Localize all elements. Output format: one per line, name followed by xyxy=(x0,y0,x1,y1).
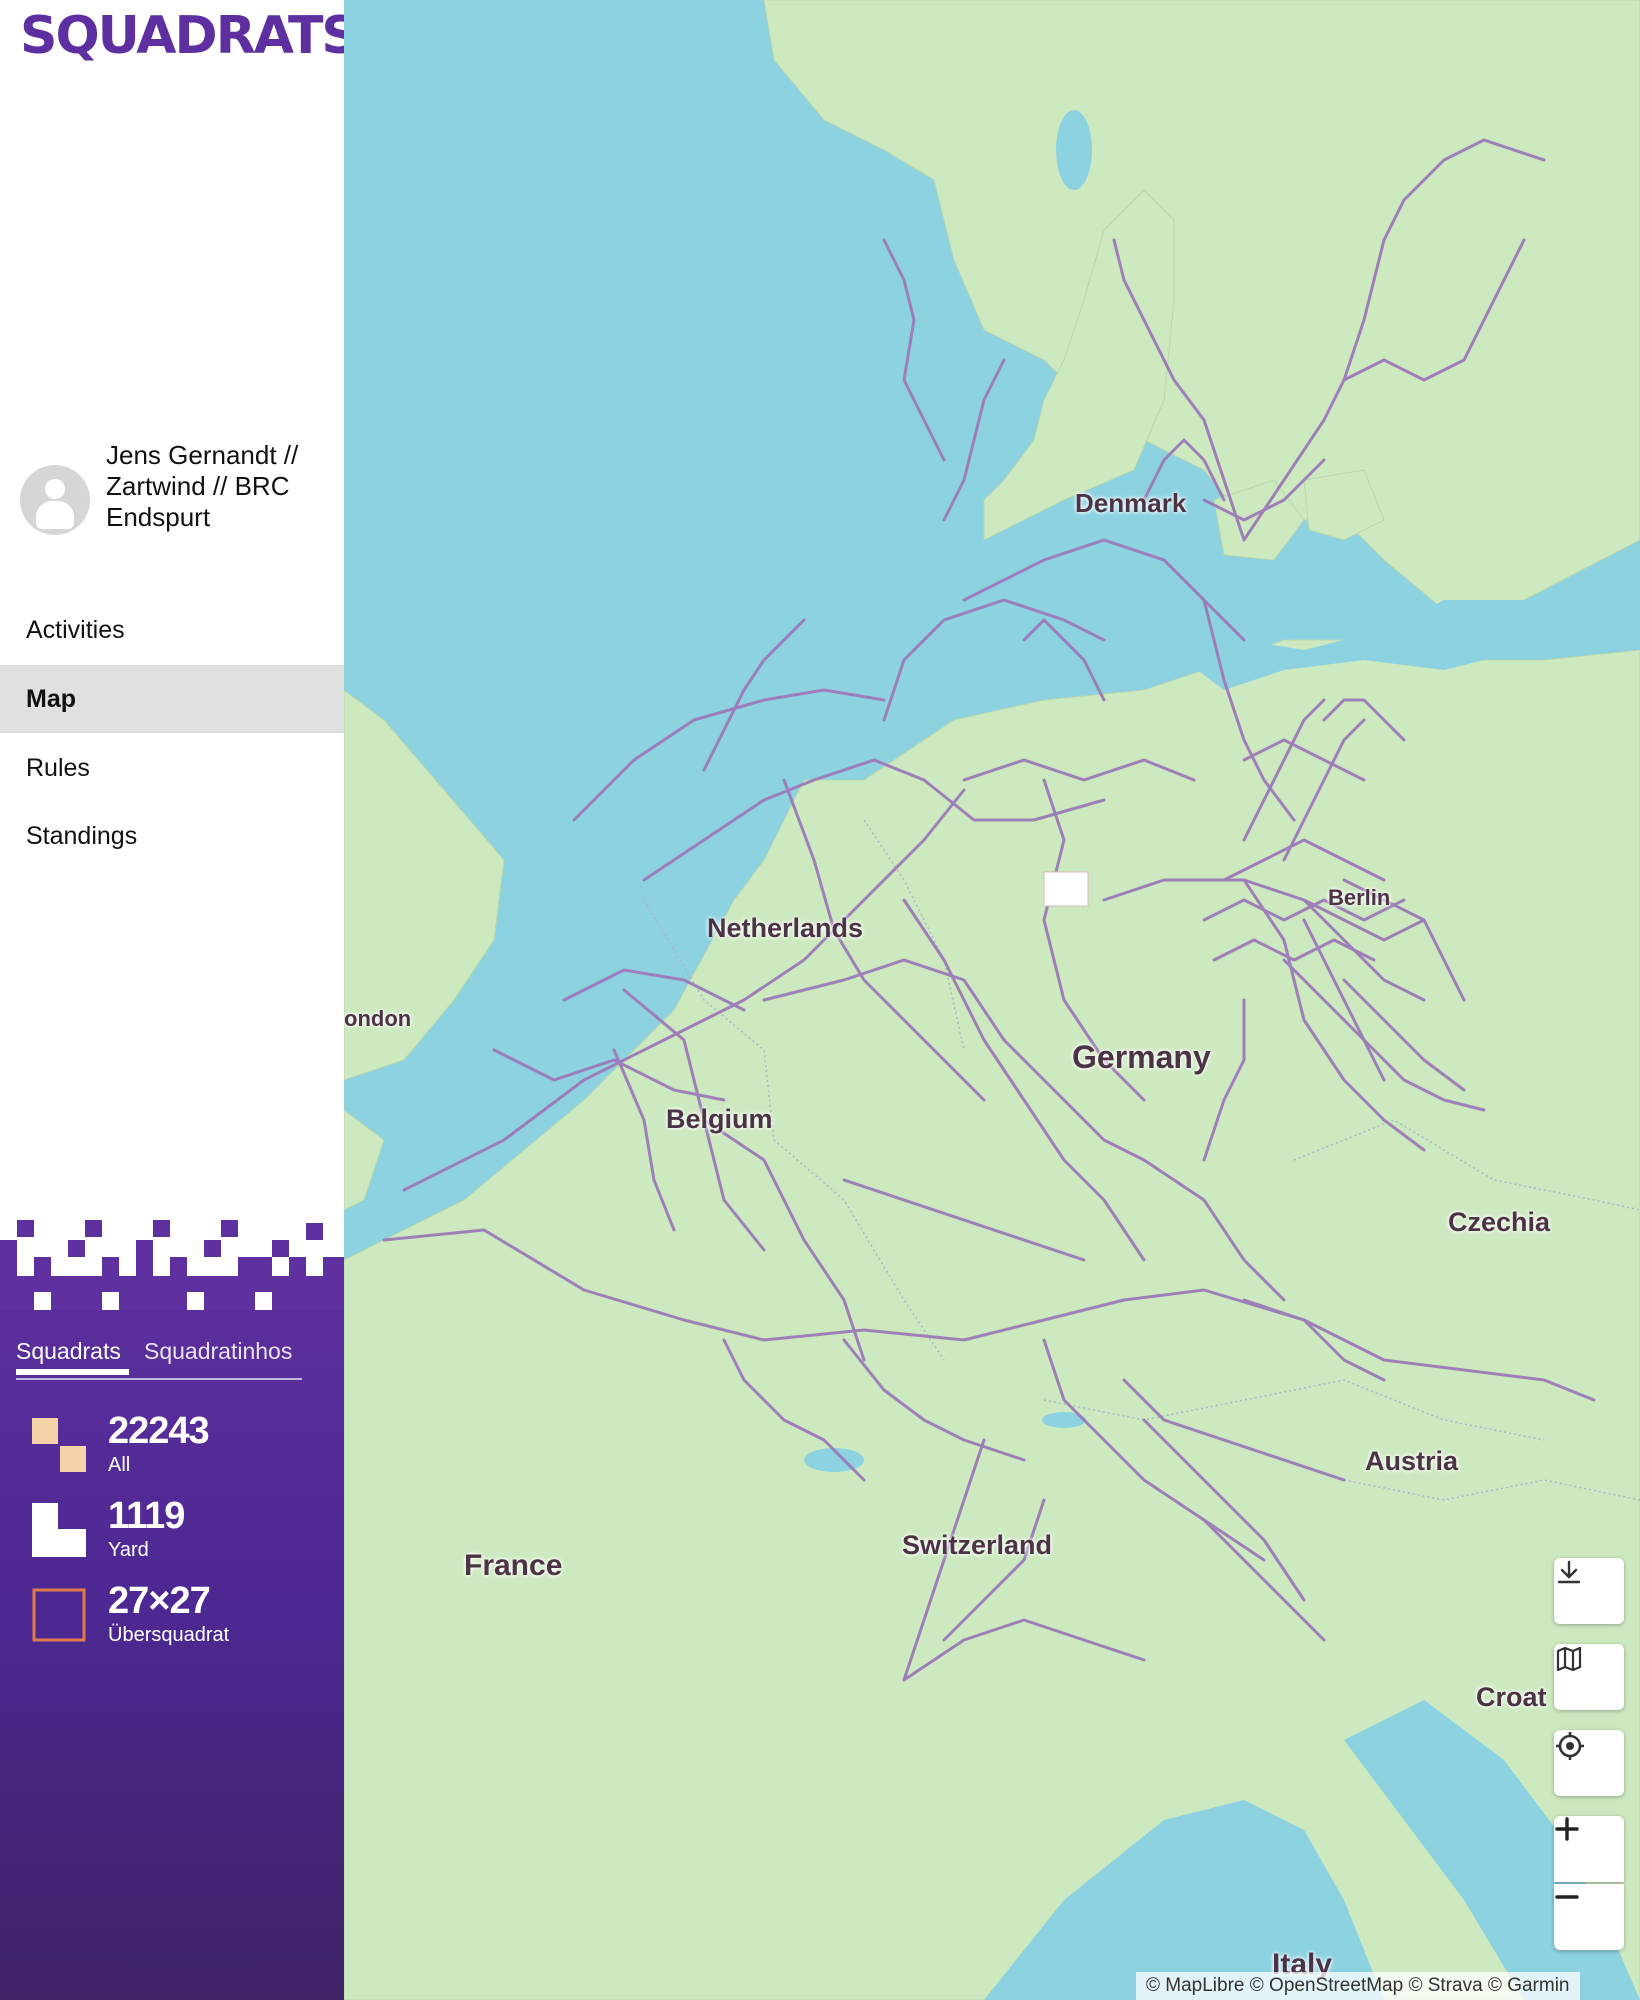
avatar-icon xyxy=(20,465,90,535)
stats-panel: Squadrats Squadratinhos 22243 All 1119 Y… xyxy=(0,1220,344,2000)
ubersquadrat-icon xyxy=(32,1588,86,1642)
nav-item-rules[interactable]: Rules xyxy=(0,734,344,802)
user-name: Jens Gernandt // Zartwind // BRC Endspur… xyxy=(106,440,299,532)
map-canvas[interactable] xyxy=(344,0,1640,2000)
stat-ubersquadrat-label: Übersquadrat xyxy=(108,1624,230,1646)
yard-icon xyxy=(32,1503,86,1557)
label-austria: Austria xyxy=(1365,1446,1459,1476)
locate-icon xyxy=(1556,1732,1584,1760)
tab-squadrats[interactable]: Squadrats xyxy=(16,1338,129,1375)
download-icon xyxy=(1557,1560,1581,1584)
label-france: France xyxy=(464,1549,563,1582)
stat-yard-label: Yard xyxy=(108,1539,149,1561)
label-london: ondon xyxy=(344,1006,412,1031)
nav-item-map[interactable]: Map xyxy=(0,665,344,733)
stat-all-label: All xyxy=(108,1454,131,1476)
map-layers-button[interactable] xyxy=(1554,1644,1624,1710)
stats-tabs: Squadrats Squadratinhos xyxy=(16,1338,302,1380)
stat-yard-value: 1119 xyxy=(108,1495,185,1537)
zoom-in-icon xyxy=(1555,1817,1579,1841)
squadrats-all-icon xyxy=(32,1418,86,1472)
sidebar: SQUADRATS Jens Gernandt // Zartwind // B… xyxy=(0,0,359,2000)
map[interactable]: Denmark Berlin Netherlands ondon Germany… xyxy=(344,0,1640,2000)
pixel-border-decoration xyxy=(0,1220,344,1310)
stat-ubersquadrat-value: 27×27 xyxy=(108,1580,211,1622)
label-berlin: Berlin xyxy=(1328,885,1391,910)
label-switzerland: Switzerland xyxy=(902,1530,1053,1560)
stat-yard: 1119 Yard xyxy=(32,1495,185,1564)
stat-ubersquadrat: 27×27 Übersquadrat xyxy=(32,1580,229,1649)
label-czechia: Czechia xyxy=(1448,1207,1551,1237)
zoom-in-button[interactable] xyxy=(1554,1816,1624,1882)
label-germany: Germany xyxy=(1072,1039,1211,1075)
map-layers-icon xyxy=(1556,1646,1582,1672)
locate-button[interactable] xyxy=(1554,1730,1624,1796)
label-croatia: Croat xyxy=(1476,1682,1547,1712)
zoom-out-icon xyxy=(1555,1895,1579,1899)
stat-all-value: 22243 xyxy=(108,1410,210,1452)
map-attribution[interactable]: © MapLibre © OpenStreetMap © Strava © Ga… xyxy=(1136,1972,1580,2000)
tab-squadratinhos[interactable]: Squadratinhos xyxy=(144,1338,292,1365)
stat-all: 22243 All xyxy=(32,1410,210,1479)
download-button[interactable] xyxy=(1554,1558,1624,1624)
nav-item-standings[interactable]: Standings xyxy=(0,802,344,870)
label-belgium: Belgium xyxy=(666,1104,773,1134)
label-denmark: Denmark xyxy=(1075,488,1187,518)
nav-item-activities[interactable]: Activities xyxy=(0,596,344,664)
label-netherlands: Netherlands xyxy=(707,913,864,943)
zoom-out-button[interactable] xyxy=(1554,1884,1624,1950)
squadrats-logo[interactable]: SQUADRATS xyxy=(20,6,359,66)
